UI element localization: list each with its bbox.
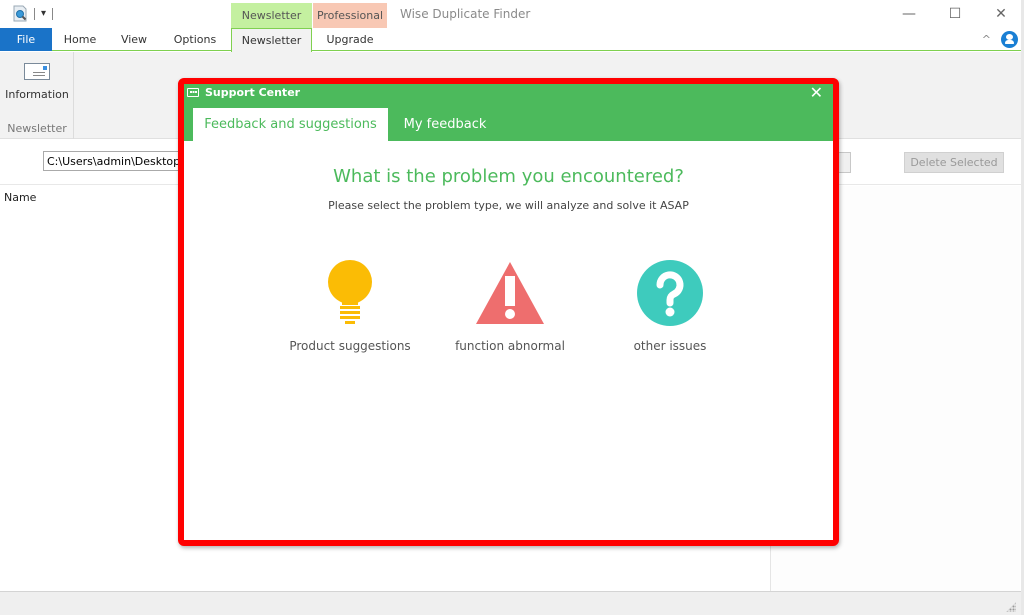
minimize-button[interactable]: — (886, 0, 932, 28)
group-label: Newsletter (7, 122, 67, 135)
ribbon-group-newsletter: Information Newsletter (0, 52, 74, 139)
contextual-tab-professional: Professional (313, 3, 387, 28)
user-account-icon[interactable] (1001, 31, 1018, 48)
close-window-button[interactable]: ✕ (978, 0, 1024, 28)
dialog-subheading: Please select the problem type, we will … (328, 199, 689, 212)
chat-icon (187, 88, 199, 97)
status-bar (0, 591, 1024, 615)
tab-file[interactable]: File (0, 28, 52, 51)
title-bar: ▾ Newsletter Professional Wise Duplicate… (0, 0, 1024, 28)
option-function-abnormal[interactable]: function abnormal (435, 259, 585, 353)
maximize-button[interactable]: ☐ (932, 0, 978, 28)
lightbulb-icon (314, 259, 386, 327)
option-product-suggestions[interactable]: Product suggestions (275, 259, 425, 353)
tab-upgrade[interactable]: Upgrade (313, 28, 387, 51)
column-header-name[interactable]: Name (4, 191, 36, 204)
quick-access-toolbar: ▾ (12, 5, 54, 22)
path-input[interactable] (43, 151, 193, 171)
highlight-frame: Support Center ✕ Feedback and suggestion… (178, 78, 839, 546)
option-other-issues[interactable]: other issues (595, 259, 745, 353)
option-label: Product suggestions (289, 339, 411, 353)
app-logo-icon (12, 5, 28, 22)
question-circle-icon (634, 259, 706, 327)
customize-qat-dropdown[interactable]: ▾ (41, 8, 46, 19)
tab-view[interactable]: View (108, 28, 160, 51)
window-title: Wise Duplicate Finder (400, 7, 531, 21)
option-label: other issues (633, 339, 707, 353)
option-label: function abnormal (455, 339, 565, 353)
delete-selected-button[interactable]: Delete Selected (904, 152, 1004, 173)
ribbon-tab-bar: File Home View Options Newsletter Upgrad… (0, 28, 1024, 52)
ribbon-right-controls: ^ (982, 31, 1018, 48)
qat-separator (52, 7, 54, 20)
window-controls: — ☐ ✕ (886, 0, 1024, 28)
support-center-dialog: Support Center ✕ Feedback and suggestion… (184, 84, 833, 540)
tab-feedback-and-suggestions[interactable]: Feedback and suggestions (193, 108, 388, 141)
app-window: ▾ Newsletter Professional Wise Duplicate… (0, 0, 1024, 615)
resize-grip-icon[interactable] (1006, 602, 1016, 612)
envelope-icon (24, 63, 50, 80)
tab-my-feedback[interactable]: My feedback (394, 108, 496, 141)
warning-triangle-icon (474, 259, 546, 327)
dialog-header: Support Center ✕ Feedback and suggestion… (184, 84, 833, 141)
information-button[interactable]: Information (4, 60, 70, 110)
tab-home[interactable]: Home (52, 28, 108, 51)
collapse-ribbon-icon[interactable]: ^ (982, 33, 991, 46)
dialog-heading: What is the problem you encountered? (333, 166, 684, 187)
dialog-title: Support Center (205, 86, 301, 99)
contextual-tab-newsletter: Newsletter (231, 3, 312, 28)
tab-options[interactable]: Options (160, 28, 230, 51)
qat-separator (34, 7, 35, 20)
information-label: Information (5, 88, 69, 101)
dialog-close-button[interactable]: ✕ (810, 84, 823, 102)
tab-newsletter[interactable]: Newsletter (231, 28, 312, 52)
